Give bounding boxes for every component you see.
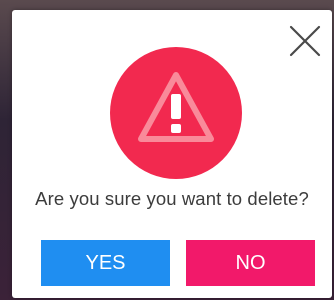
alert-badge	[110, 47, 242, 179]
no-button[interactable]: NO	[186, 240, 315, 286]
confirmation-message: Are you sure you want to delete?	[35, 188, 309, 209]
close-button[interactable]	[286, 22, 324, 60]
yes-button[interactable]: YES	[41, 240, 170, 286]
close-icon	[289, 25, 321, 57]
delete-confirmation-dialog: Are you sure you want to delete? YES NO	[12, 10, 332, 298]
warning-triangle-icon	[138, 72, 214, 142]
